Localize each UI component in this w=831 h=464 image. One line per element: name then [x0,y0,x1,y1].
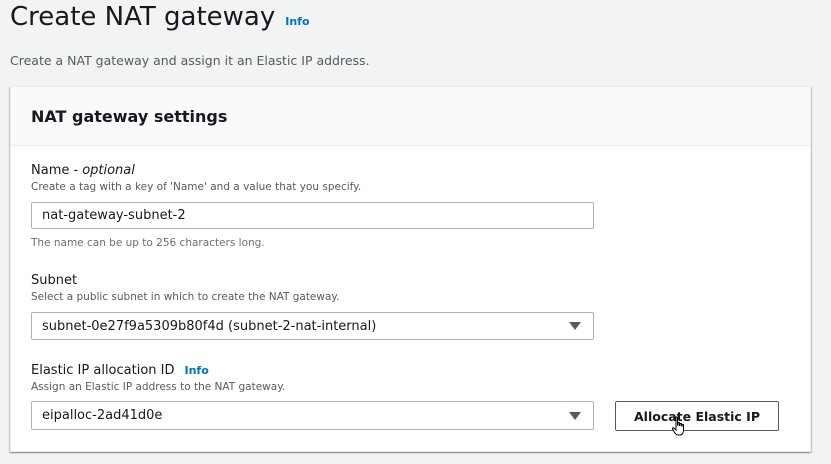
eip-field-group: Elastic IP allocation ID Info Assign an … [31,363,285,393]
eip-field-description: Assign an Elastic IP address to the NAT … [31,381,286,393]
eip-allocation-select[interactable]: eipalloc-2ad41d0e [31,401,594,430]
page-info-link[interactable]: Info [285,15,309,28]
caret-down-icon [569,411,581,420]
eip-field-label: Elastic IP allocation ID Info [31,363,285,378]
name-field-label: Name - optional [31,163,361,178]
page-title-text: Create NAT gateway [10,2,276,32]
subnet-select[interactable]: subnet-0e27f9a5309b80f4d (subnet-2-nat-i… [31,312,594,340]
hand-pointer-icon [671,416,684,436]
name-label-text: Name - [31,163,79,178]
name-field-group: Name - optional Create a tag with a key … [31,163,361,193]
name-constraint-hint: The name can be up to 256 characters lon… [31,237,265,249]
optional-label: optional [82,163,135,178]
eip-info-link[interactable]: Info [185,364,209,377]
subnet-field-group: Subnet Select a public subnet in which t… [31,273,339,303]
name-field-description: Create a tag with a key of 'Name' and a … [31,181,362,193]
subnet-field-description: Select a public subnet in which to creat… [31,291,340,303]
page-title: Create NAT gateway Info [10,2,310,32]
eip-select-value: eipalloc-2ad41d0e [42,408,163,423]
page-description: Create a NAT gateway and assign it an El… [10,53,370,68]
panel-header: NAT gateway settings [11,87,810,146]
name-input[interactable]: nat-gateway-subnet-2 [31,202,594,229]
name-input-value: nat-gateway-subnet-2 [42,208,186,223]
page: Create NAT gateway Info Create a NAT gat… [0,0,831,464]
eip-label-text: Elastic IP allocation ID [31,363,175,378]
caret-down-icon [569,322,581,330]
subnet-field-label: Subnet [31,273,339,288]
subnet-select-value: subnet-0e27f9a5309b80f4d (subnet-2-nat-i… [42,318,377,334]
nat-gateway-settings-panel: NAT gateway settings Name - optional Cre… [10,86,811,452]
panel-title: NAT gateway settings [31,106,228,126]
allocate-elastic-ip-button[interactable]: Allocate Elastic IP [615,401,779,431]
subnet-label-text: Subnet [31,273,78,288]
